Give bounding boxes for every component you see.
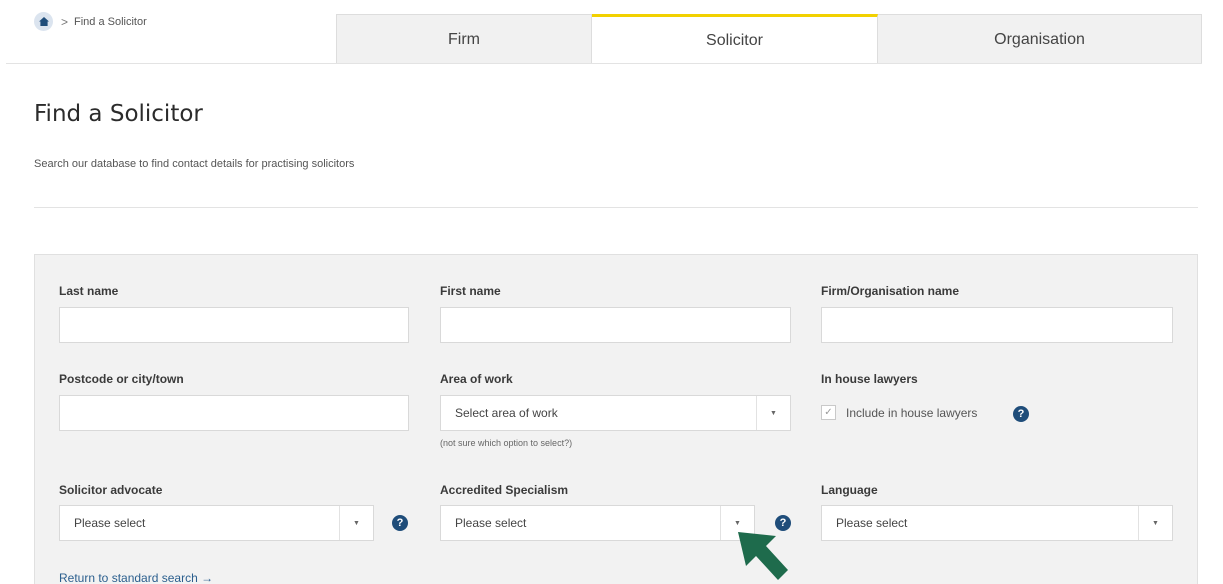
include-in-house-row: ✓ Include in house lawyers: [821, 405, 977, 420]
breadcrumb: > Find a Solicitor: [34, 12, 147, 31]
include-in-house-checkbox[interactable]: ✓: [821, 405, 836, 420]
language-value: Please select: [836, 516, 908, 530]
annotation-arrow-shape: [738, 532, 788, 580]
home-glyph: [38, 17, 49, 26]
firm-name-label: Firm/Organisation name: [821, 284, 960, 298]
solicitor-advocate-label: Solicitor advocate: [59, 483, 163, 497]
return-to-standard-search-link[interactable]: Return to standard search →: [59, 571, 213, 584]
in-house-lawyers-label: In house lawyers: [821, 372, 918, 386]
breadcrumb-current: Find a Solicitor: [74, 15, 147, 28]
chevron-down-icon: ▼: [339, 506, 373, 540]
last-name-input[interactable]: [59, 307, 409, 343]
tab-firm[interactable]: Firm: [336, 14, 592, 64]
area-of-work-hint-link[interactable]: (not sure which option to select?): [440, 438, 572, 448]
area-of-work-select[interactable]: Select area of work ▼: [440, 395, 791, 431]
page-subtitle: Search our database to find contact deta…: [34, 158, 355, 170]
in-house-help-icon[interactable]: ?: [1013, 406, 1029, 422]
search-type-tabs: Firm Solicitor Organisation: [336, 14, 1202, 64]
top-bar-divider: [6, 63, 1202, 64]
breadcrumb-separator: >: [61, 14, 69, 29]
accredited-specialism-help-icon[interactable]: ?: [775, 515, 791, 531]
postcode-label: Postcode or city/town: [59, 372, 184, 386]
postcode-input[interactable]: [59, 395, 409, 431]
accredited-specialism-value: Please select: [455, 516, 527, 530]
top-bar: > Find a Solicitor Firm Solicitor Organi…: [0, 0, 1223, 64]
home-icon[interactable]: [34, 12, 53, 31]
last-name-label: Last name: [59, 284, 119, 298]
accredited-specialism-select[interactable]: Please select ▼: [440, 505, 755, 541]
solicitor-advocate-select[interactable]: Please select ▼: [59, 505, 374, 541]
solicitor-advocate-value: Please select: [74, 516, 146, 530]
page-title: Find a Solicitor: [34, 101, 203, 127]
language-label: Language: [821, 483, 878, 497]
first-name-label: First name: [440, 284, 501, 298]
include-in-house-label: Include in house lawyers: [846, 405, 978, 420]
accredited-specialism-label: Accredited Specialism: [440, 483, 569, 497]
firm-name-input[interactable]: [821, 307, 1173, 343]
search-form-panel: Last name First name Firm/Organisation n…: [34, 254, 1198, 584]
tab-organisation[interactable]: Organisation: [878, 14, 1202, 64]
area-of-work-label: Area of work: [440, 372, 513, 386]
solicitor-advocate-help-icon[interactable]: ?: [392, 515, 408, 531]
heading-divider: [34, 207, 1198, 208]
page: > Find a Solicitor Firm Solicitor Organi…: [0, 0, 1223, 584]
chevron-down-icon: ▼: [756, 396, 790, 430]
first-name-input[interactable]: [440, 307, 791, 343]
area-of-work-value: Select area of work: [455, 406, 558, 420]
chevron-down-icon: ▼: [1138, 506, 1172, 540]
tab-solicitor[interactable]: Solicitor: [592, 14, 878, 64]
annotation-arrow-icon: [738, 532, 788, 580]
language-select[interactable]: Please select ▼: [821, 505, 1173, 541]
